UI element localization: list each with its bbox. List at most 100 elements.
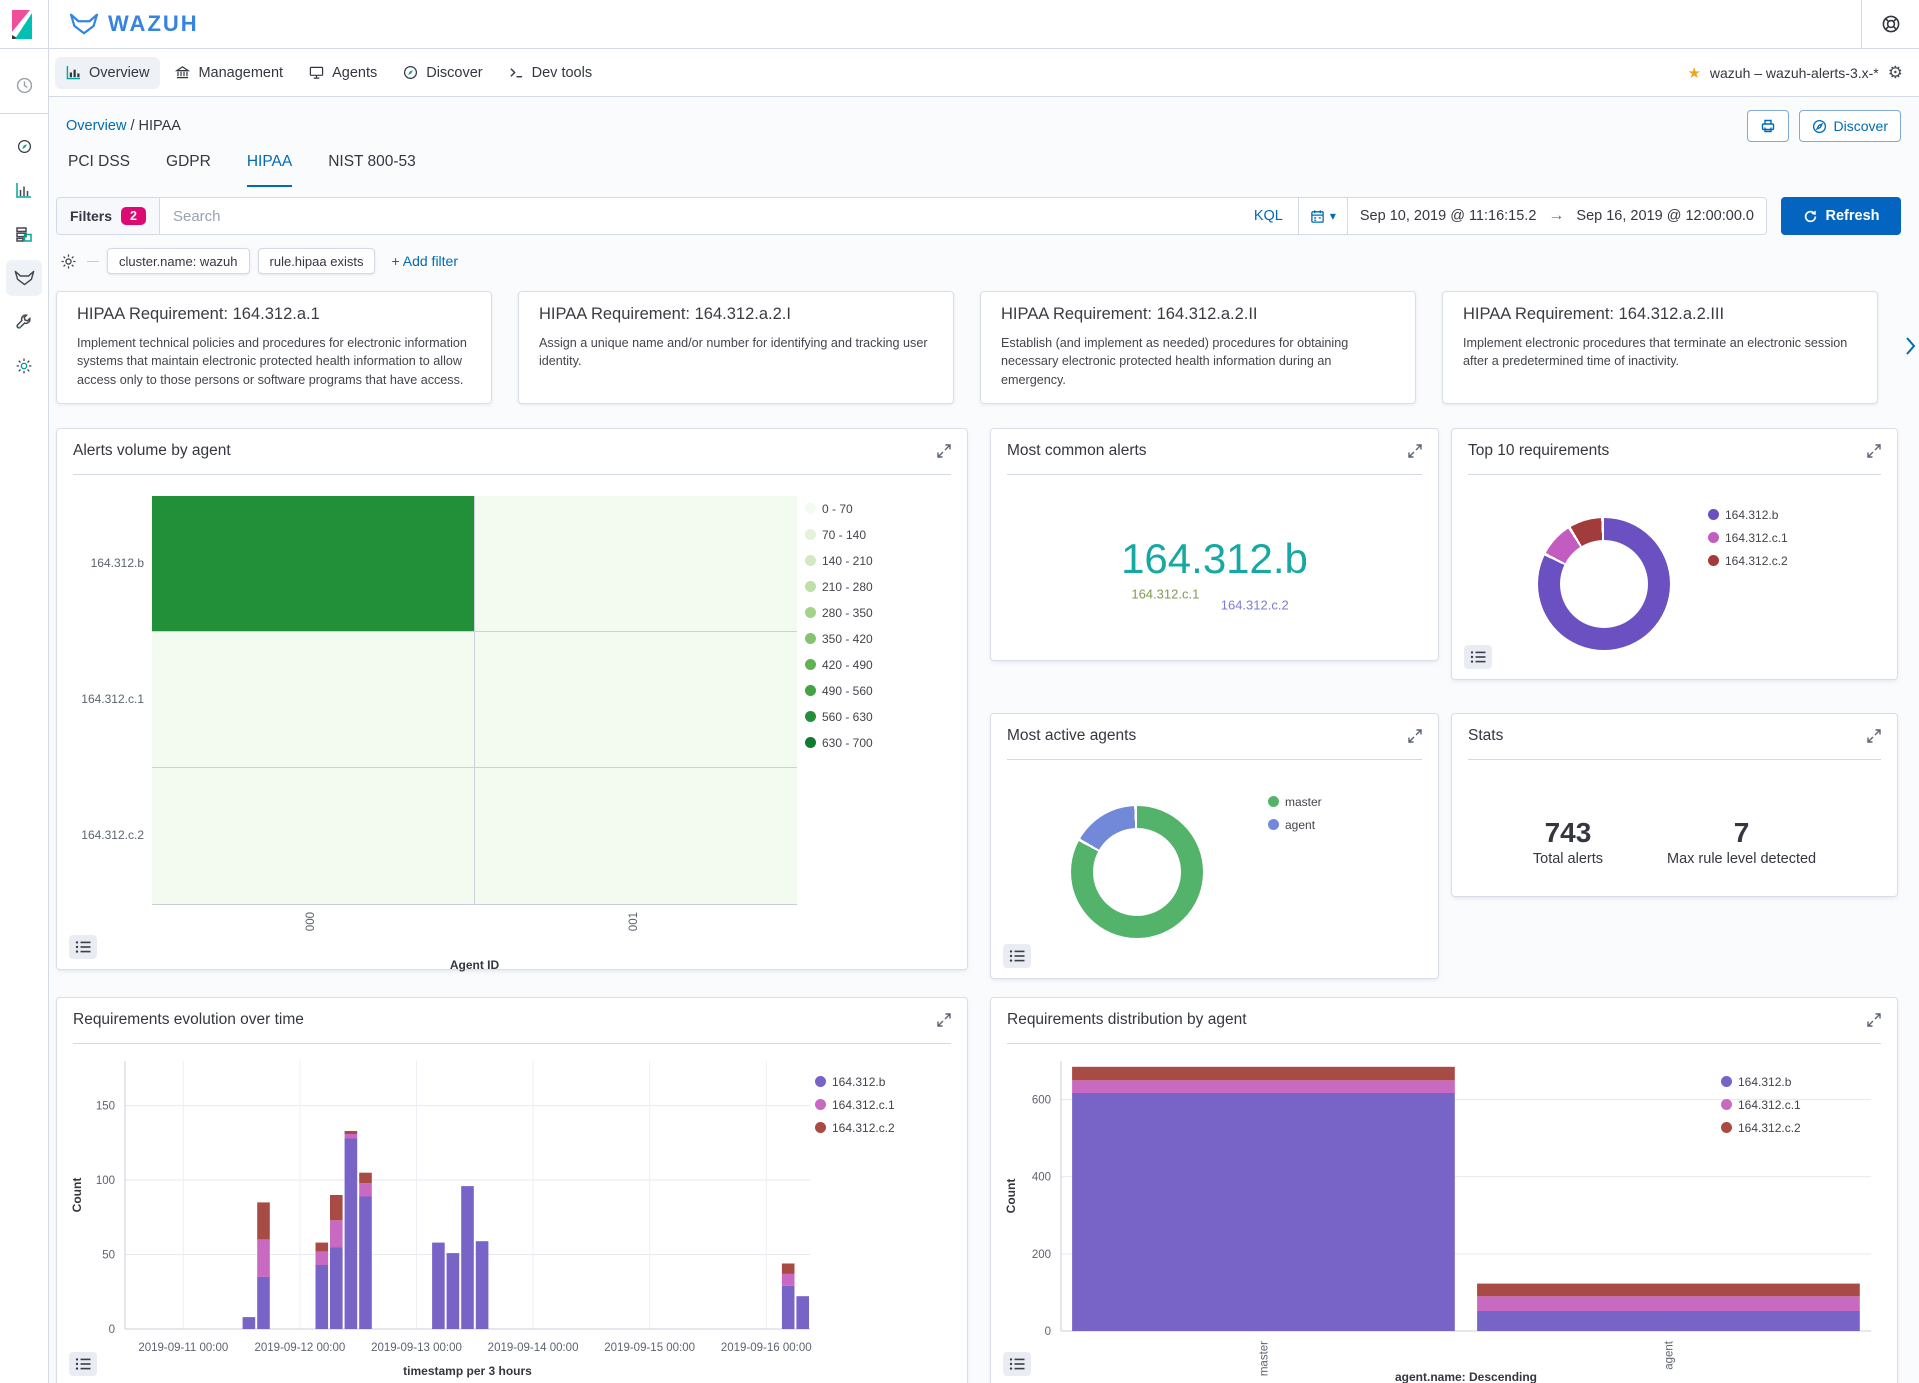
tag-164.312.c.1[interactable]: 164.312.c.1: [1131, 586, 1199, 601]
nav-item-discover[interactable]: Discover: [392, 57, 493, 89]
breadcrumb-row: Overview / HIPAA: [56, 105, 1901, 147]
legend-item[interactable]: 210 - 280: [805, 580, 873, 594]
sidebar-item-canvas[interactable]: [6, 216, 42, 252]
tab-hipaa[interactable]: HIPAA: [247, 153, 292, 187]
refresh-button[interactable]: Refresh: [1781, 197, 1901, 235]
raw-data-button[interactable]: [69, 935, 97, 959]
legend-label: 0 - 70: [822, 502, 853, 516]
tab-pci-dss[interactable]: PCI DSS: [68, 153, 130, 187]
nav-item-management[interactable]: Management: [164, 57, 294, 89]
legend-item[interactable]: 164.312.b: [1708, 508, 1788, 522]
legend-swatch: [1268, 796, 1279, 807]
filter-options-gear-icon[interactable]: [58, 253, 79, 270]
legend-item[interactable]: 490 - 560: [805, 684, 873, 698]
expand-icon[interactable]: [1867, 1013, 1881, 1027]
legend-item[interactable]: 0 - 70: [805, 502, 873, 516]
legend-item[interactable]: 164.312.c.2: [1721, 1121, 1801, 1135]
raw-data-button[interactable]: [1464, 645, 1492, 669]
nav-item-agents[interactable]: Agents: [298, 57, 388, 89]
index-pattern-label[interactable]: wazuh – wazuh-alerts-3.x-*: [1710, 65, 1879, 81]
sidebar-item-wazuh[interactable]: [6, 260, 42, 296]
legend-item[interactable]: agent: [1268, 818, 1322, 832]
heatmap-cell[interactable]: [475, 632, 798, 768]
heatmap-cell[interactable]: [475, 768, 798, 904]
raw-data-button[interactable]: [1003, 1352, 1031, 1376]
print-button[interactable]: [1747, 110, 1789, 142]
heatmap-cell[interactable]: [152, 496, 475, 632]
metric: 743Total alerts: [1533, 817, 1603, 867]
heatmap-cell[interactable]: [152, 632, 475, 768]
date-from[interactable]: Sep 10, 2019 @ 11:16:15.2: [1348, 208, 1549, 224]
filters-toggle[interactable]: Filters 2: [57, 198, 160, 234]
legend-item[interactable]: 164.312.c.2: [815, 1121, 895, 1135]
expand-icon[interactable]: [937, 1013, 951, 1027]
legend-item[interactable]: 630 - 700: [805, 736, 873, 750]
sidebar-item-recently-viewed[interactable]: [6, 67, 42, 103]
legend-swatch: [1708, 532, 1719, 543]
legend-item[interactable]: master: [1268, 795, 1322, 809]
chart-icon: [66, 65, 81, 80]
svg-text:2019-09-12 00:00: 2019-09-12 00:00: [254, 1342, 345, 1354]
kibana-logo-icon[interactable]: [0, 0, 49, 48]
tab-nist-800-53[interactable]: NIST 800-53: [328, 153, 416, 187]
expand-icon[interactable]: [1867, 444, 1881, 458]
filter-pill[interactable]: cluster.name: wazuh: [107, 248, 250, 274]
legend-label: 164.312.c.1: [832, 1098, 895, 1112]
heatmap-cell[interactable]: [475, 496, 798, 632]
expand-icon[interactable]: [1408, 444, 1422, 458]
legend-label: 630 - 700: [822, 736, 873, 750]
nav-item-overview[interactable]: Overview: [55, 57, 160, 89]
tab-gdpr[interactable]: GDPR: [166, 153, 211, 187]
kql-toggle[interactable]: KQL: [1239, 208, 1298, 224]
donut-chart[interactable]: [1071, 806, 1203, 938]
legend-item[interactable]: 164.312.c.2: [1708, 554, 1788, 568]
panel-title: Most common alerts: [1007, 442, 1147, 460]
legend-item[interactable]: 164.312.c.1: [1721, 1098, 1801, 1112]
sidebar-item-management[interactable]: [6, 348, 42, 384]
sidebar-item-dev-tools[interactable]: [6, 304, 42, 340]
expand-icon[interactable]: [1867, 729, 1881, 743]
heatmap-x-axis-title: Agent ID: [152, 958, 797, 972]
sidebar-item-visualize[interactable]: [6, 172, 42, 208]
legend-item[interactable]: 420 - 490: [805, 658, 873, 672]
legend-swatch: [1721, 1076, 1732, 1087]
legend-item[interactable]: 164.312.b: [815, 1075, 895, 1089]
expand-icon[interactable]: [937, 444, 951, 458]
legend-item[interactable]: 140 - 210: [805, 554, 873, 568]
tag-164.312.c.2[interactable]: 164.312.c.2: [1221, 597, 1289, 612]
tag-164.312.b[interactable]: 164.312.b: [1121, 535, 1308, 583]
filter-pill[interactable]: rule.hipaa exists: [258, 248, 376, 274]
heatmap-cell[interactable]: [152, 768, 475, 904]
settings-gear-icon[interactable]: ⚙: [1888, 63, 1903, 83]
legend-item[interactable]: 164.312.b: [1721, 1075, 1801, 1089]
nav-item-dev-tools[interactable]: Dev tools: [498, 57, 603, 89]
expand-icon[interactable]: [1408, 729, 1422, 743]
donut-chart[interactable]: [1538, 518, 1670, 650]
panel-header: Most active agents: [1007, 714, 1422, 760]
raw-data-button[interactable]: [1003, 944, 1031, 968]
legend-item[interactable]: 560 - 630: [805, 710, 873, 724]
date-to[interactable]: Sep 16, 2019 @ 12:00:00.0: [1564, 208, 1766, 224]
panel-alerts-volume-by-agent: Alerts volume by agent 164.312.b164.312.…: [56, 428, 968, 970]
legend-item[interactable]: 164.312.c.1: [1708, 531, 1788, 545]
top-bar: WAZUH: [0, 0, 1919, 49]
help-button[interactable]: [1861, 0, 1919, 48]
legend-item[interactable]: 350 - 420: [805, 632, 873, 646]
sidebar-item-discover[interactable]: [6, 128, 42, 164]
legend-swatch: [1708, 555, 1719, 566]
discover-button[interactable]: Discover: [1799, 110, 1901, 142]
calendar-menu[interactable]: ▾: [1299, 198, 1348, 234]
legend-item[interactable]: 164.312.c.1: [815, 1098, 895, 1112]
wazuh-logo[interactable]: WAZUH: [49, 0, 199, 48]
search-input[interactable]: [160, 208, 1239, 225]
requirement-card: HIPAA Requirement: 164.312.a.2.IAssign a…: [518, 291, 954, 404]
requirement-card-description: Establish (and implement as needed) proc…: [1001, 334, 1395, 389]
breadcrumb-overview-link[interactable]: Overview: [66, 118, 126, 134]
legend-item[interactable]: 70 - 140: [805, 528, 873, 542]
legend-item[interactable]: 280 - 350: [805, 606, 873, 620]
raw-data-button[interactable]: [69, 1352, 97, 1376]
add-filter-link[interactable]: + Add filter: [391, 253, 458, 269]
requirement-card-description: Assign a unique name and/or number for i…: [539, 334, 933, 371]
cards-next-button[interactable]: [1905, 332, 1916, 363]
x-axis-line: [152, 904, 797, 905]
